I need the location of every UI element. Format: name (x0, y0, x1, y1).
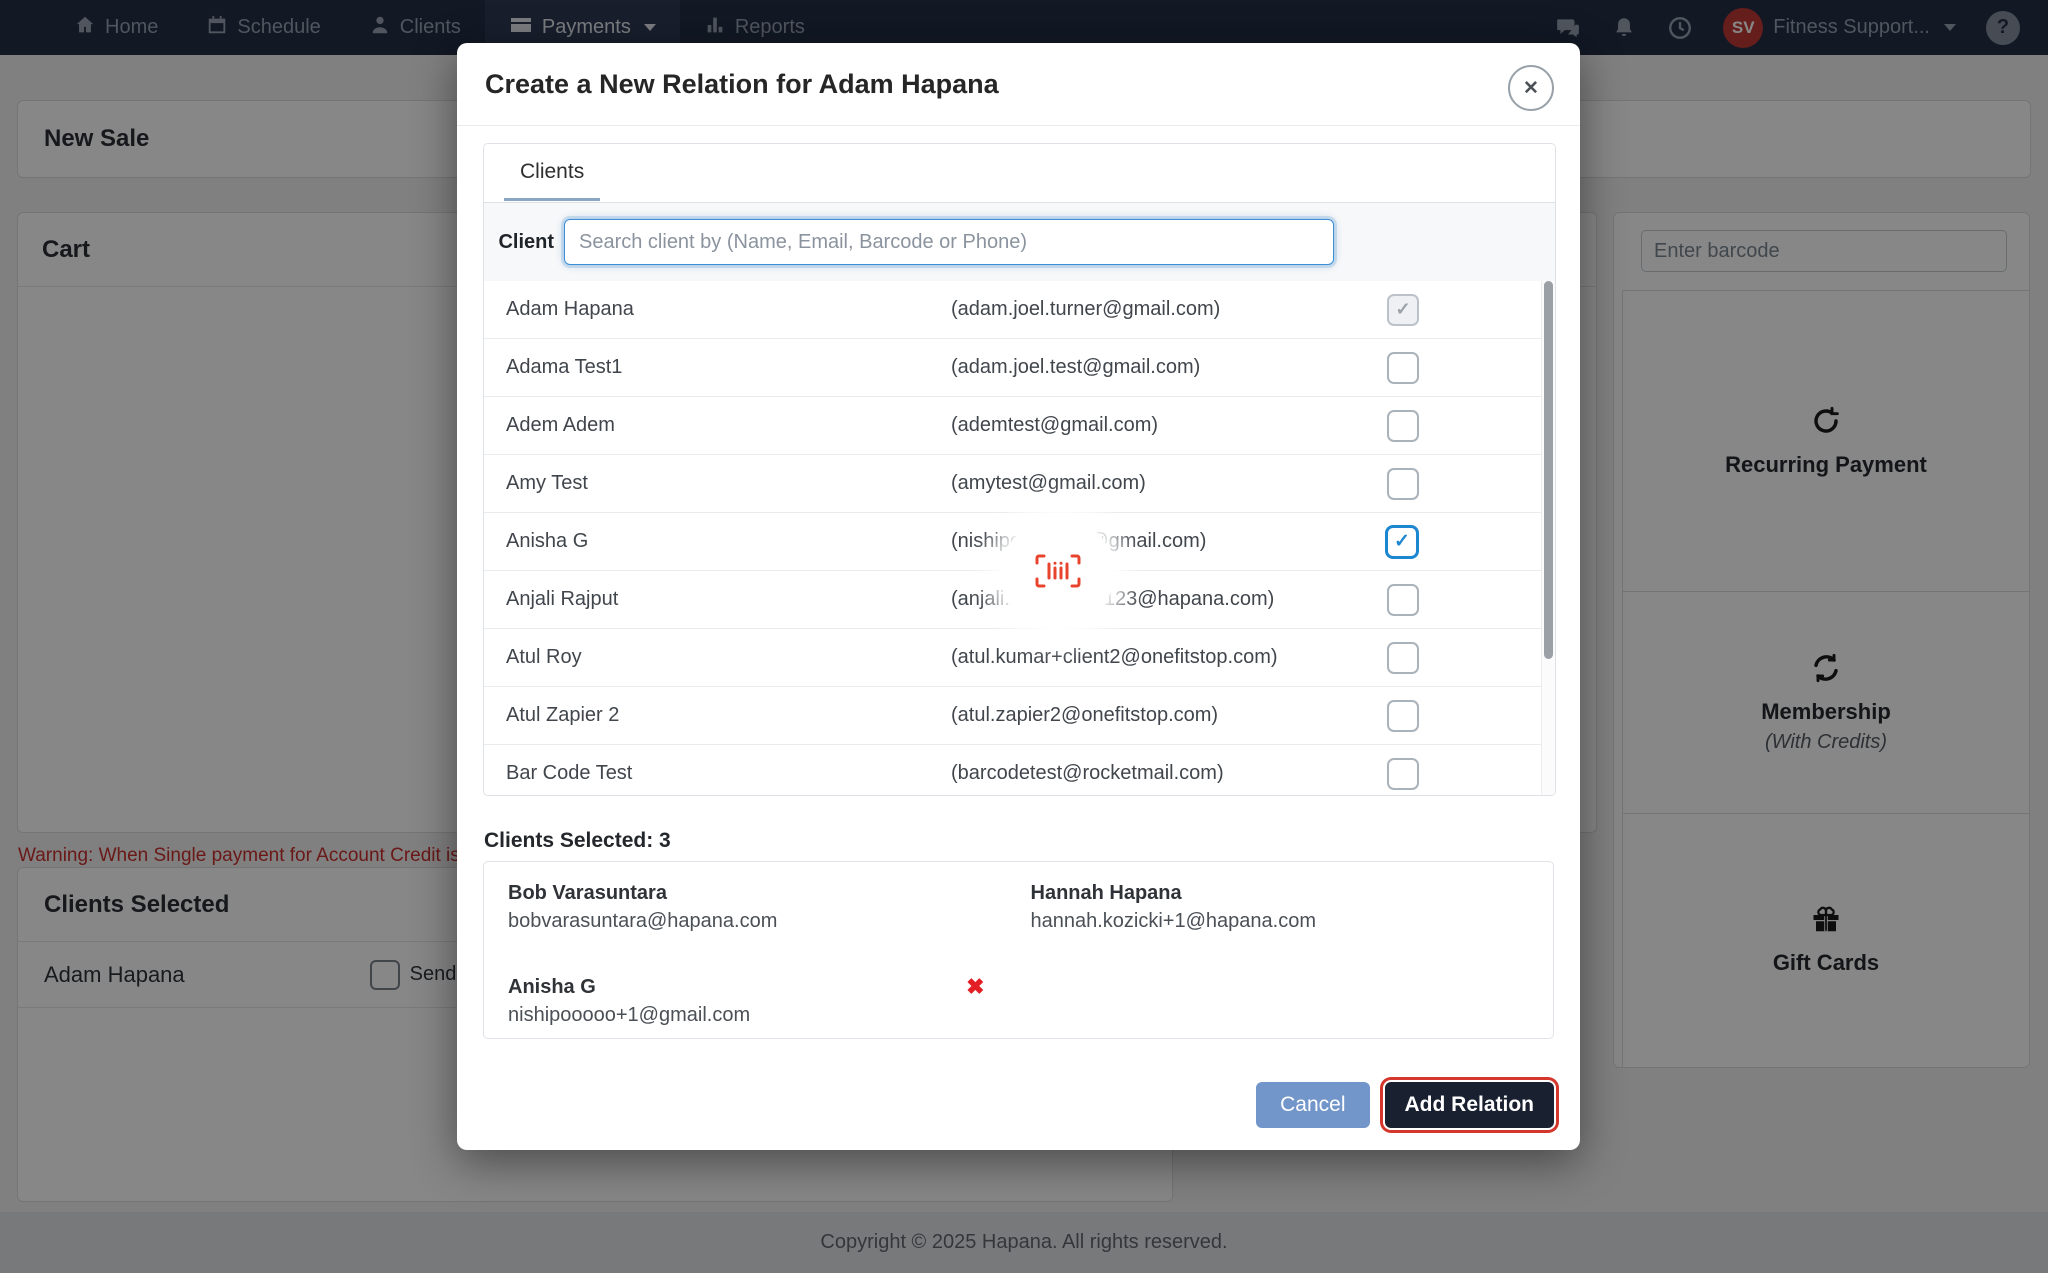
client-search-row: Client (484, 203, 1555, 281)
tab-bar: Clients (484, 144, 1555, 203)
barcode-scanner-loader (1002, 517, 1114, 629)
clients-tab-panel: Clients Client Adam Hapana (adam.joel.tu… (483, 143, 1556, 796)
client-checkbox[interactable] (1387, 757, 1419, 790)
client-name: Adama Test1 (506, 356, 623, 378)
client-row[interactable]: Atul Roy (atul.kumar+client2@onefitstop.… (484, 629, 1555, 687)
selected-client-email: hannah.kozicki+1@hapana.com (1030, 910, 1317, 932)
selected-client-name: Bob Varasuntara (508, 882, 667, 904)
client-row[interactable]: Adama Test1 (adam.joel.test@gmail.com) (484, 339, 1555, 397)
scrollbar-thumb[interactable] (1544, 281, 1553, 659)
client-name: Bar Code Test (506, 762, 633, 784)
selected-client-entry: Bob Varasuntara bobvarasuntara@hapana.co… (508, 882, 1031, 944)
add-relation-button[interactable]: Add Relation (1384, 1082, 1554, 1128)
client-checkbox[interactable] (1387, 583, 1419, 616)
client-email: (atul.kumar+client2@onefitstop.com) (951, 646, 1278, 668)
client-checkbox[interactable] (1387, 467, 1419, 500)
close-icon[interactable]: ✕ (1508, 65, 1554, 111)
client-email: (adam.joel.turner@gmail.com) (951, 298, 1221, 320)
client-checkbox[interactable] (1387, 699, 1419, 732)
client-name: Amy Test (506, 472, 588, 494)
modal-title: Create a New Relation for Adam Hapana (485, 68, 999, 99)
client-email: (barcodetest@rocketmail.com) (951, 762, 1224, 784)
client-name: Anjali Rajput (506, 588, 619, 610)
selected-client-name: Anisha G (508, 976, 596, 998)
barcode-scan-icon (1032, 551, 1084, 596)
client-name: Adem Adem (506, 414, 615, 436)
cancel-button[interactable]: Cancel (1256, 1082, 1370, 1128)
client-name: Atul Roy (506, 646, 582, 668)
client-row[interactable]: Adam Hapana (adam.joel.turner@gmail.com)… (484, 281, 1555, 339)
client-checkbox[interactable] (1387, 409, 1419, 442)
modal-header: Create a New Relation for Adam Hapana (457, 43, 1580, 126)
modal-actions: Cancel Add Relation (1256, 1082, 1554, 1128)
client-checkbox[interactable] (1387, 641, 1419, 674)
selected-clients-box: Bob Varasuntara bobvarasuntara@hapana.co… (483, 861, 1554, 1039)
client-row[interactable]: Atul Zapier 2 (atul.zapier2@onefitstop.c… (484, 687, 1555, 745)
client-name: Adam Hapana (506, 298, 634, 320)
remove-client-icon[interactable]: ✖ (966, 976, 984, 998)
selected-client-email: bobvarasuntara@hapana.com (508, 910, 778, 932)
client-email: (amytest@gmail.com) (951, 472, 1146, 494)
client-email: (ademtest@gmail.com) (951, 414, 1159, 436)
client-label: Client (498, 230, 554, 253)
client-checkbox[interactable]: ✓ (1385, 524, 1419, 559)
client-row[interactable]: Amy Test (amytest@gmail.com) (484, 455, 1555, 513)
client-checkbox[interactable]: ✓ (1387, 293, 1419, 326)
client-checkbox[interactable] (1387, 351, 1419, 384)
client-name: Atul Zapier 2 (506, 704, 620, 726)
client-row[interactable]: Adem Adem (ademtest@gmail.com) (484, 397, 1555, 455)
clients-selected-count: Clients Selected: 3 (484, 829, 671, 852)
client-row[interactable]: Bar Code Test (barcodetest@rocketmail.co… (484, 745, 1555, 795)
client-search-input[interactable] (564, 219, 1334, 265)
list-scrollbar (1541, 281, 1555, 795)
client-name: Anisha G (506, 530, 589, 552)
tab-clients[interactable]: Clients (504, 144, 601, 201)
create-relation-modal: Create a New Relation for Adam Hapana ✕ … (457, 43, 1580, 1150)
client-email: (atul.zapier2@onefitstop.com) (951, 704, 1219, 726)
selected-client-email: nishipooooo+1@gmail.com (508, 1004, 751, 1026)
selected-client-entry: Anisha G nishipooooo+1@gmail.com ✖ (508, 976, 1031, 1038)
selected-client-name: Hannah Hapana (1030, 882, 1182, 904)
client-email: (adam.joel.test@gmail.com) (951, 356, 1201, 378)
selected-client-entry: Hannah Hapana hannah.kozicki+1@hapana.co… (1031, 882, 1554, 944)
